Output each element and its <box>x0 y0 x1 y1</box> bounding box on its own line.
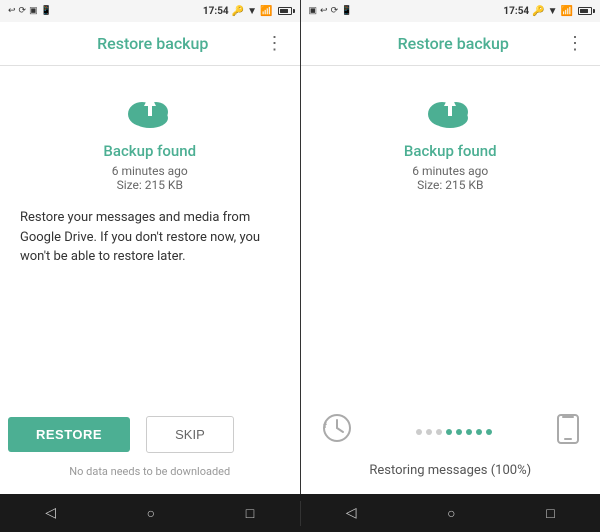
buttons-area: RESTORE SKIP No data needs to be downloa… <box>0 416 300 486</box>
toolbar-title-1: Restore backup <box>40 34 266 53</box>
backup-found-label-1: Backup found <box>103 142 196 160</box>
screen-2: ▣ ↩ ⟳ 📱 17:54 🔑 ▼ 📶 Restore backup ⋮ <box>301 0 600 494</box>
content-2: Backup found 6 minutes ago Size: 215 KB <box>301 66 600 412</box>
history-icon <box>321 412 353 451</box>
dot-3 <box>436 429 442 435</box>
battery-icon-2 <box>578 7 592 15</box>
toolbar-1: Restore backup ⋮ <box>0 22 300 66</box>
back-icon-status: ↩ <box>8 6 16 16</box>
cloud-icon-1 <box>122 86 178 134</box>
skip-button[interactable]: SKIP <box>146 416 234 453</box>
progress-area: Restoring messages (100%) <box>301 412 600 478</box>
key-icon-1: 🔑 <box>232 6 244 17</box>
dot-6 <box>466 429 472 435</box>
screen2-icon3: ⟳ <box>331 6 339 16</box>
backup-time-1: 6 minutes ago <box>112 164 188 178</box>
restoring-text: Restoring messages (100%) <box>309 463 593 478</box>
progress-visual <box>309 412 593 451</box>
dot-4 <box>446 429 452 435</box>
dot-2 <box>426 429 432 435</box>
btn-row: RESTORE SKIP <box>8 416 292 453</box>
home-nav-button-2[interactable]: ○ <box>435 501 467 526</box>
progress-dots <box>353 429 557 435</box>
time-1: 17:54 <box>203 6 229 17</box>
back-nav-button-2[interactable]: ◁ <box>334 501 369 525</box>
dot-7 <box>476 429 482 435</box>
recent-nav-button-2[interactable]: □ <box>534 501 566 526</box>
more-options-button-2[interactable]: ⋮ <box>566 33 584 54</box>
toolbar-2: Restore backup ⋮ <box>301 22 600 66</box>
key-icon-2: 🔑 <box>532 6 544 17</box>
status-left-2: ▣ ↩ ⟳ 📱 <box>309 6 353 16</box>
backup-size-1: Size: 215 KB <box>117 178 183 192</box>
phone-restore-icon <box>556 414 580 450</box>
screen-1: ↩ ⟳ ▣ 📱 17:54 🔑 ▼ 📶 Restore backup ⋮ <box>0 0 301 494</box>
restore-description: Restore your messages and media from Goo… <box>16 208 284 267</box>
battery-icon-1 <box>278 7 292 15</box>
screen-icon-status: ▣ <box>29 6 38 16</box>
toolbar-title-2: Restore backup <box>341 34 567 53</box>
wifi-icon-2: ▼ <box>548 6 558 17</box>
backup-found-label-2: Backup found <box>404 142 497 160</box>
more-options-button-1[interactable]: ⋮ <box>266 33 284 54</box>
recent-nav-button-1[interactable]: □ <box>234 501 266 526</box>
status-right-1: 17:54 🔑 ▼ 📶 <box>203 6 292 17</box>
dot-1 <box>416 429 422 435</box>
wifi-icon-1: ▼ <box>247 6 257 17</box>
back-nav-button-1[interactable]: ◁ <box>33 501 68 525</box>
home-nav-button-1[interactable]: ○ <box>135 501 167 526</box>
screen2-icon4: 📱 <box>341 6 352 16</box>
no-download-label: No data needs to be downloaded <box>8 465 292 478</box>
phone-status-icon: 📱 <box>41 6 52 16</box>
backup-time-2: 6 minutes ago <box>412 164 488 178</box>
content-1: Backup found 6 minutes ago Size: 215 KB … <box>0 66 300 416</box>
status-bar-2: ▣ ↩ ⟳ 📱 17:54 🔑 ▼ 📶 <box>301 0 600 22</box>
restore-button[interactable]: RESTORE <box>8 417 130 452</box>
time-2: 17:54 <box>503 6 529 17</box>
nav-bar: ◁ ○ □ ◁ ○ □ <box>0 494 600 532</box>
screen2-icon2: ↩ <box>320 6 328 16</box>
status-bar-1: ↩ ⟳ ▣ 📱 17:54 🔑 ▼ 📶 <box>0 0 300 22</box>
dot-8 <box>486 429 492 435</box>
dot-5 <box>456 429 462 435</box>
signal-icon-2: 📶 <box>561 6 573 17</box>
refresh-icon-status: ⟳ <box>19 6 27 16</box>
screen2-icon1: ▣ <box>309 6 318 16</box>
status-right-2: 17:54 🔑 ▼ 📶 <box>503 6 592 17</box>
status-left-1: ↩ ⟳ ▣ 📱 <box>8 6 52 16</box>
cloud-icon-2 <box>422 86 478 134</box>
backup-size-2: Size: 215 KB <box>417 178 483 192</box>
signal-icon-1: 📶 <box>260 6 272 17</box>
